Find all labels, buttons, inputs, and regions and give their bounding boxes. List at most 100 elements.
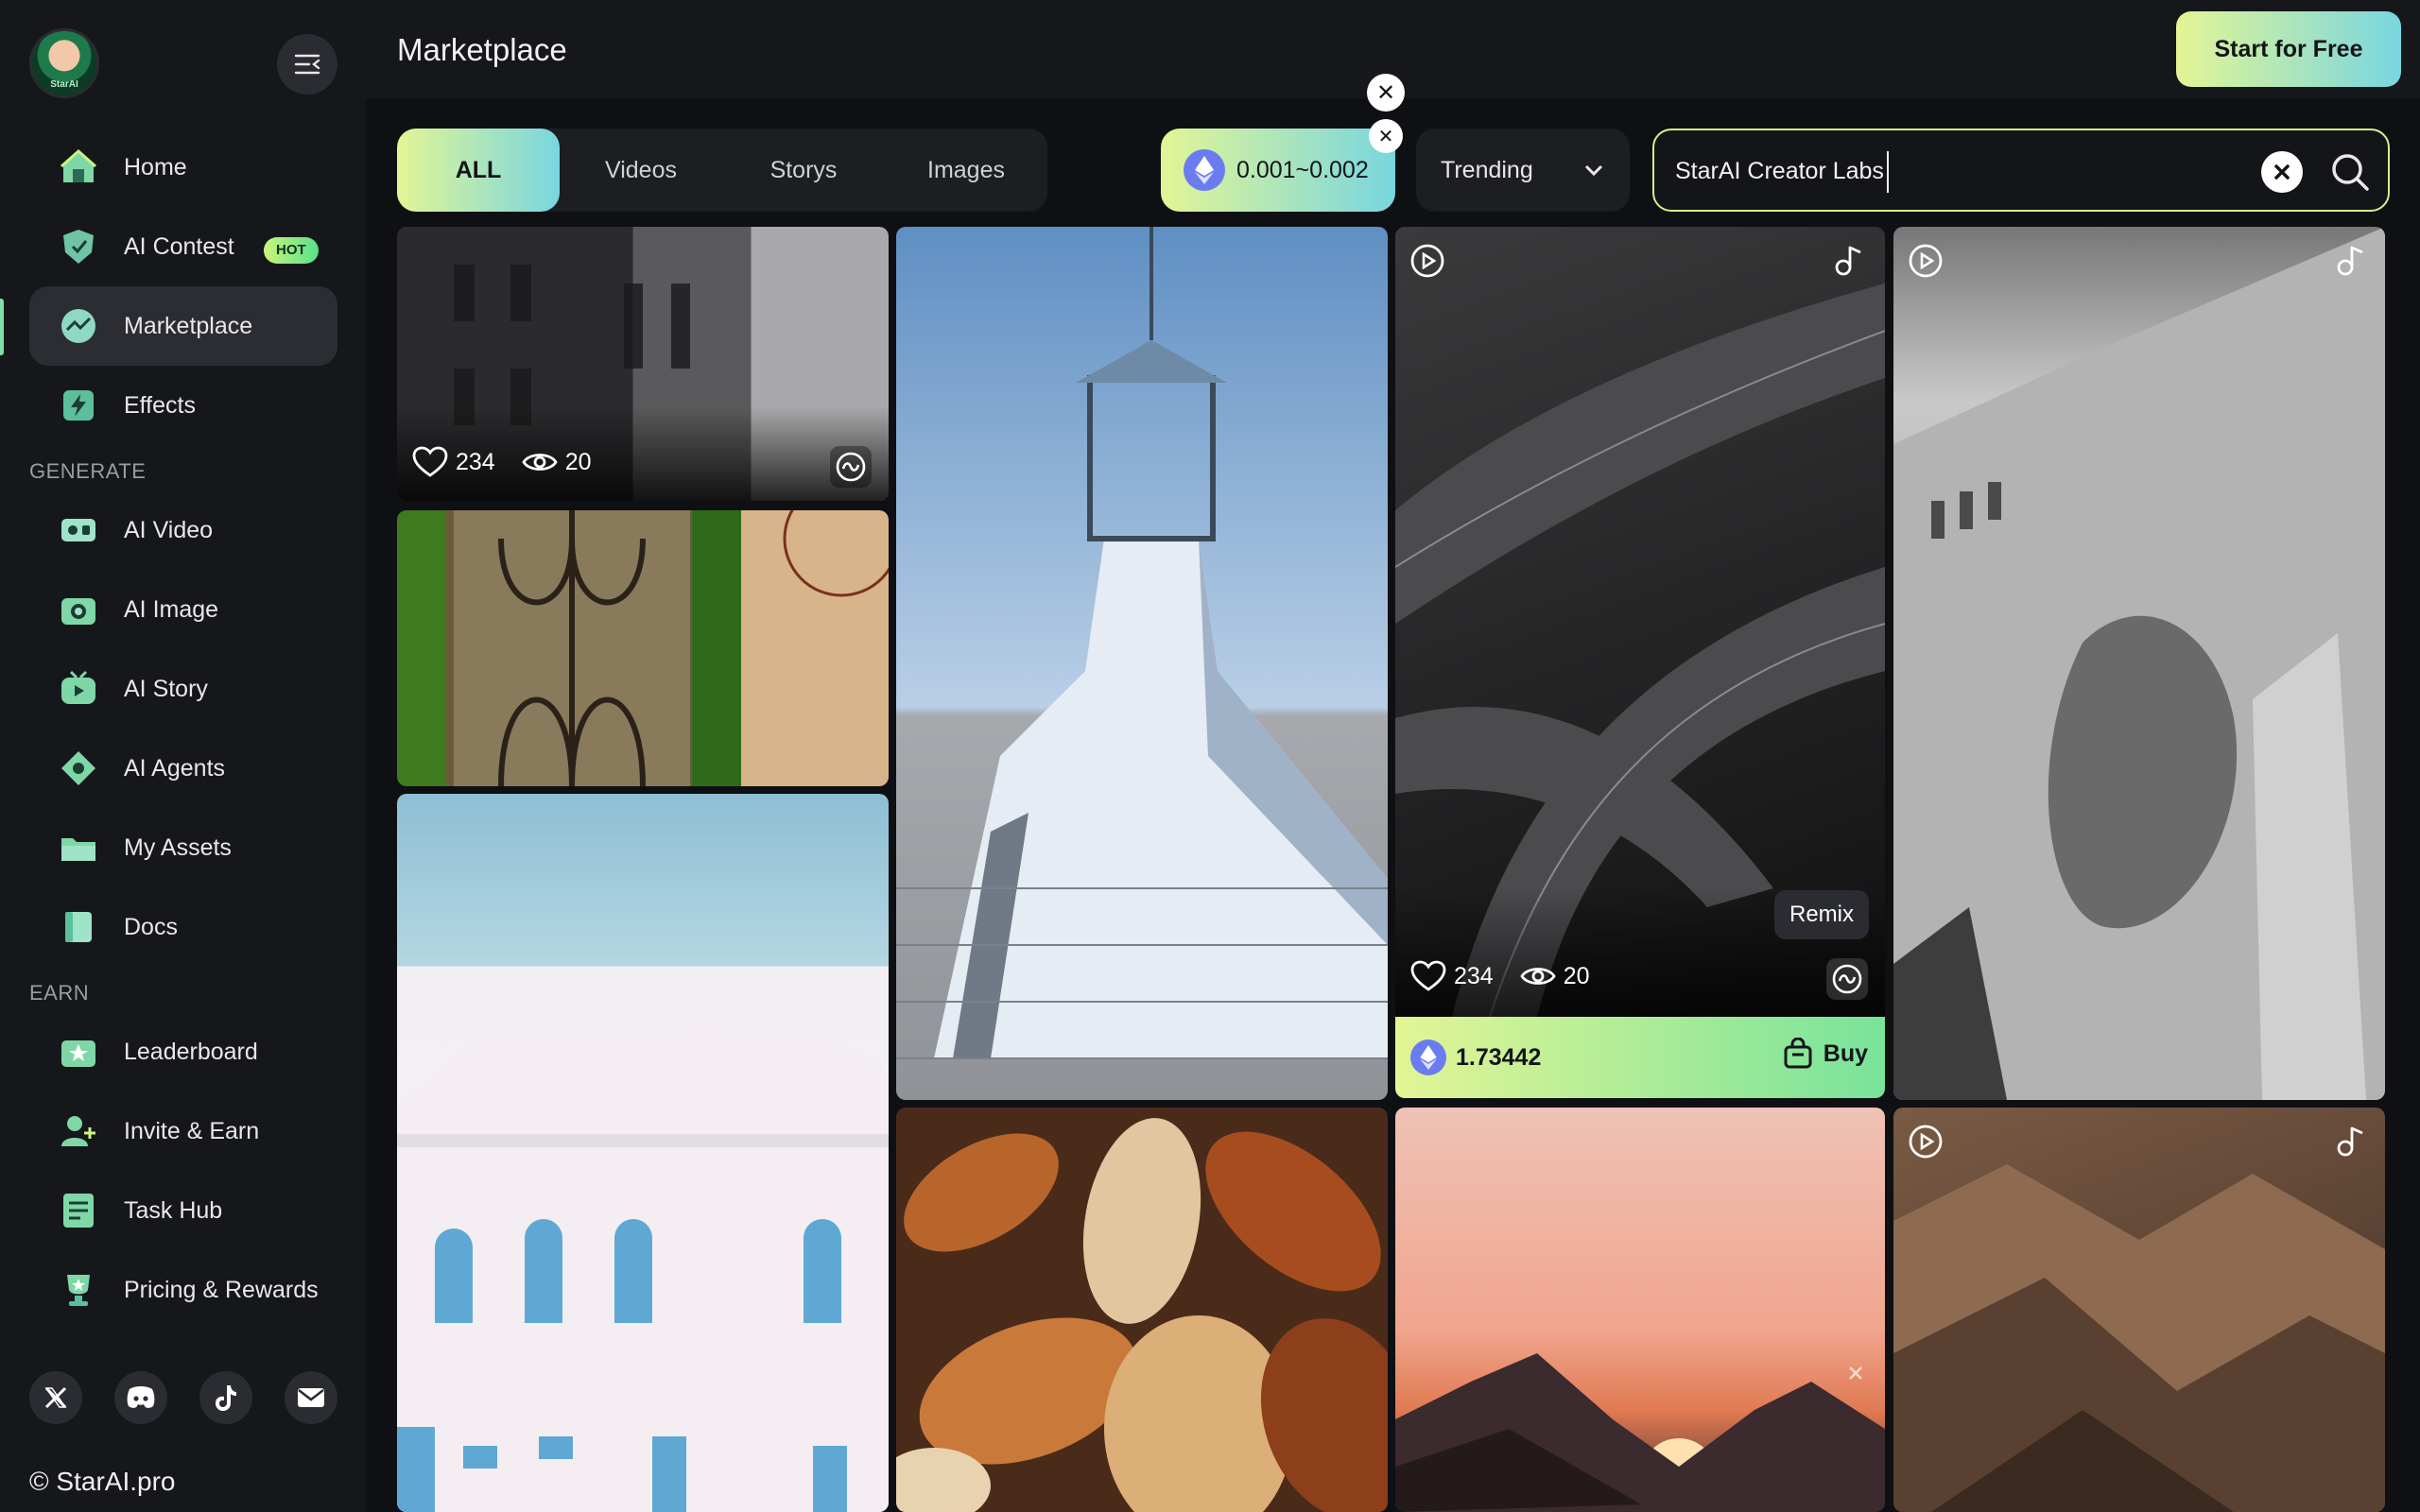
asset-card[interactable]: [1395, 1108, 1885, 1512]
home-icon: [60, 148, 96, 182]
price-range-filter[interactable]: 0.001~0.002: [1161, 129, 1395, 212]
sidebar-label: Pricing & Rewards: [124, 1276, 319, 1303]
text-caret: [1887, 151, 1889, 193]
search-box: [1652, 129, 2390, 212]
chevron-down-icon: [1584, 164, 1603, 177]
buy-button[interactable]: Buy: [1782, 1038, 1868, 1070]
close-icon[interactable]: [1845, 1363, 1866, 1383]
tab-images[interactable]: Images: [885, 129, 1047, 212]
asset-card[interactable]: [397, 794, 889, 1512]
like-count: 234: [456, 448, 495, 475]
play-icon[interactable]: [1907, 1123, 1945, 1160]
asset-price: 1.73442: [1456, 1043, 1542, 1071]
tab-videos[interactable]: Videos: [560, 129, 722, 212]
sidebar-label: Leaderboard: [124, 1038, 258, 1065]
sidebar-item-ai-agents[interactable]: AI Agents: [29, 729, 337, 808]
play-icon[interactable]: [1907, 242, 1945, 280]
eye-icon: [1520, 968, 1556, 985]
sidebar-item-my-assets[interactable]: My Assets: [29, 808, 337, 887]
sidebar-item-home[interactable]: Home: [29, 128, 337, 207]
sidebar-label: Docs: [124, 913, 178, 940]
asset-card[interactable]: 234 20: [1395, 227, 1885, 1098]
asset-card[interactable]: [1893, 227, 2385, 1100]
tab-all[interactable]: ALL: [397, 129, 560, 212]
collapse-sidebar-button[interactable]: [277, 34, 337, 94]
sidebar-label: AI Contest: [124, 232, 234, 260]
start-for-free-button[interactable]: Start for Free: [2176, 11, 2401, 87]
remix-tooltip: Remix: [1774, 890, 1870, 939]
ethereum-icon: [1410, 1040, 1446, 1075]
sidebar-item-marketplace[interactable]: Marketplace: [29, 286, 337, 366]
lightning-icon: [63, 390, 94, 421]
asset-card[interactable]: [896, 1108, 1388, 1512]
remix-icon[interactable]: [1826, 958, 1868, 1000]
sidebar-item-effects[interactable]: Effects: [29, 366, 337, 445]
heart-icon[interactable]: [412, 446, 448, 478]
sidebar-label: AI Video: [124, 516, 214, 543]
search-icon[interactable]: [2327, 149, 2373, 195]
remove-filter-icon[interactable]: ✕: [1367, 74, 1405, 112]
sidebar-item-invite[interactable]: Invite & Earn: [29, 1091, 337, 1171]
marketplace-icon: [61, 309, 95, 343]
card-stats: 234 20: [1410, 960, 1616, 992]
content-type-tabs: ALL Videos Storys Images: [397, 129, 1047, 212]
music-note-icon[interactable]: [2332, 1123, 2370, 1160]
copyright: © StarAI.pro: [29, 1467, 176, 1496]
x-twitter-link[interactable]: [29, 1371, 82, 1424]
clear-search-icon[interactable]: [2261, 151, 2303, 193]
music-note-icon[interactable]: [2332, 242, 2370, 280]
card-image: [1893, 1164, 2385, 1512]
card-image: [454, 510, 889, 786]
card-stats: 234 20: [412, 446, 618, 478]
page-title: Marketplace: [397, 32, 567, 67]
sidebar-label: AI Agents: [124, 754, 226, 782]
mail-link[interactable]: [285, 1371, 337, 1424]
play-icon[interactable]: [1409, 242, 1446, 280]
asset-card[interactable]: [1893, 1108, 2385, 1512]
sidebar-item-ai-contest[interactable]: AI Contest HOT: [29, 207, 337, 286]
view-count: 20: [1563, 962, 1590, 989]
sidebar-item-ai-story[interactable]: AI Story: [29, 649, 337, 729]
sidebar-label: Effects: [124, 391, 196, 419]
asset-card[interactable]: 234 20: [397, 227, 889, 501]
asset-card[interactable]: [896, 227, 1388, 1100]
trophy-icon: [67, 1275, 90, 1306]
sidebar-item-ai-video[interactable]: AI Video: [29, 490, 337, 570]
sort-dropdown[interactable]: Trending: [1416, 129, 1630, 212]
task-list-icon: [63, 1194, 94, 1228]
music-note-icon[interactable]: [1830, 242, 1868, 280]
remove-price-filter-icon[interactable]: ✕: [1369, 119, 1403, 153]
book-icon: [65, 912, 92, 942]
card-image: [1893, 227, 2385, 1100]
sidebar-item-leaderboard[interactable]: Leaderboard: [29, 1012, 337, 1091]
asset-card[interactable]: [397, 510, 889, 786]
card-image: [896, 227, 1388, 1059]
buy-label: Buy: [1823, 1040, 1868, 1067]
view-count: 20: [564, 448, 592, 475]
sidebar-item-ai-image[interactable]: AI Image: [29, 570, 337, 649]
sidebar-item-docs[interactable]: Docs: [29, 887, 337, 967]
card-image: [1395, 1353, 1885, 1512]
mail-icon: [298, 1388, 324, 1407]
discord-link[interactable]: [114, 1371, 167, 1424]
active-indicator: [0, 299, 4, 355]
sidebar-label: Task Hub: [124, 1196, 223, 1224]
video-icon: [61, 519, 95, 541]
avatar-tag: StarAI: [50, 79, 78, 90]
sidebar-item-task-hub[interactable]: Task Hub: [29, 1171, 337, 1250]
sidebar-item-pricing[interactable]: Pricing & Rewards: [29, 1250, 337, 1330]
remix-icon[interactable]: [830, 446, 872, 488]
shield-icon: [63, 230, 94, 264]
avatar[interactable]: StarAI: [29, 28, 99, 98]
search-input[interactable]: [1675, 149, 2261, 193]
tv-icon: [61, 670, 95, 704]
hot-badge: HOT: [264, 237, 319, 264]
folder-icon: [61, 838, 95, 861]
tiktok-link[interactable]: [199, 1371, 252, 1424]
price-range-text: 0.001~0.002: [1236, 156, 1369, 183]
sidebar-label: AI Story: [124, 675, 208, 702]
sidebar: StarAI Home AI Contest HOT Marketplace E…: [0, 0, 366, 1512]
heart-icon[interactable]: [1410, 960, 1446, 992]
tab-storys[interactable]: Storys: [722, 129, 885, 212]
app-root: StarAI Home AI Contest HOT Marketplace E…: [0, 0, 2420, 1512]
